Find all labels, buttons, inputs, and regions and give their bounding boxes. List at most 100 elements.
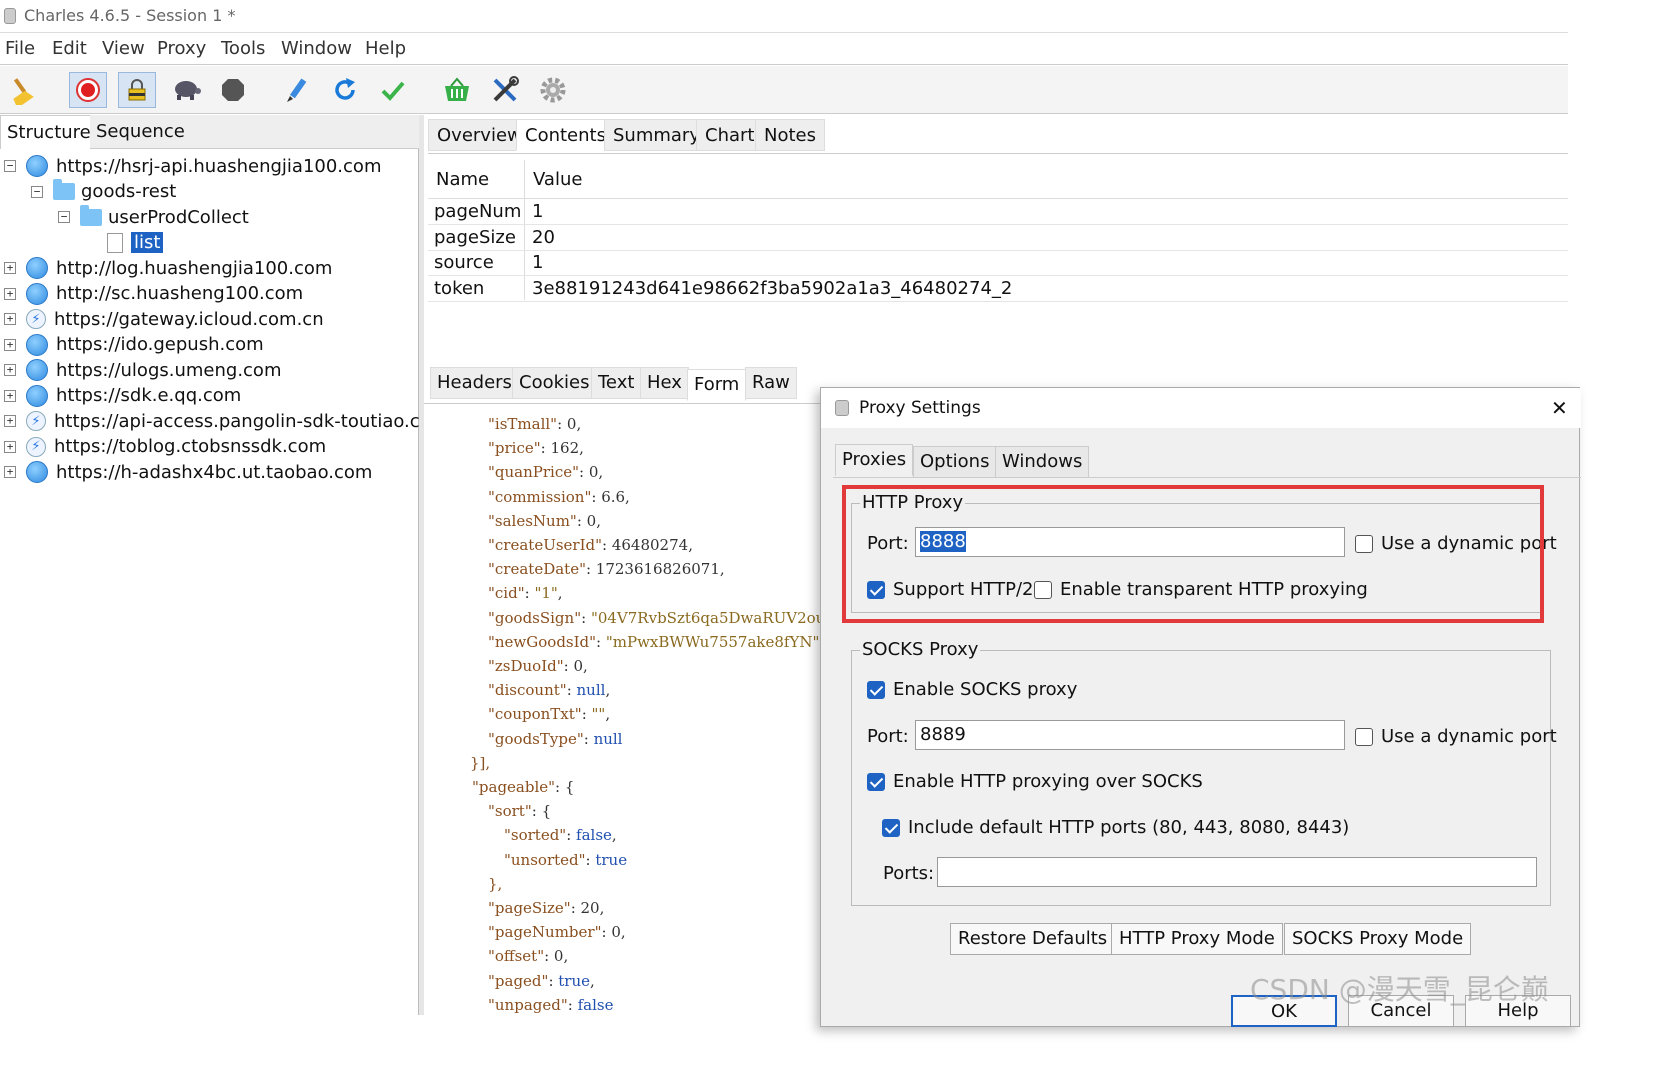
tree-expander-icon[interactable]: + bbox=[4, 313, 16, 325]
tab-structure[interactable]: Structure bbox=[0, 115, 98, 149]
menu-tools[interactable]: Tools bbox=[221, 38, 265, 59]
socks-port-field[interactable]: 8889 bbox=[915, 720, 1345, 750]
split-pane-divider[interactable] bbox=[419, 115, 424, 1015]
tab-raw[interactable]: Raw bbox=[745, 367, 797, 399]
pen-compose-icon[interactable] bbox=[278, 72, 316, 108]
tree-item[interactable]: https://ulogs.umeng.com bbox=[26, 358, 281, 382]
tree-expander-icon[interactable]: − bbox=[4, 160, 16, 172]
socks-dynamic-port-checkbox[interactable]: Use a dynamic port bbox=[1355, 726, 1557, 747]
http-over-socks-box bbox=[867, 772, 885, 791]
tab-cookies[interactable]: Cookies bbox=[512, 367, 597, 399]
tab-contents[interactable]: Contents bbox=[516, 119, 615, 151]
json-token: : bbox=[601, 923, 612, 942]
tree-item[interactable]: ⚡ https://toblog.ctobsnssdk.com bbox=[26, 435, 326, 459]
tree-item[interactable]: https://hsrj-api.huashengjia100.com bbox=[26, 154, 381, 178]
json-token: "sorted" bbox=[504, 826, 567, 845]
close-icon[interactable]: ✕ bbox=[1551, 396, 1568, 420]
tab-summary[interactable]: Summary bbox=[604, 119, 709, 151]
tree-item[interactable]: https://sdk.e.qq.com bbox=[26, 384, 241, 408]
menu-window[interactable]: Window bbox=[281, 38, 352, 59]
tree-item[interactable]: https://h-adashx4bc.ut.taobao.com bbox=[26, 460, 372, 484]
json-token: : bbox=[524, 584, 535, 603]
json-token: 0 bbox=[586, 511, 597, 530]
json-token: : bbox=[548, 971, 559, 990]
json-line: "pageable": { bbox=[472, 778, 574, 796]
tree-item-label: userProdCollect bbox=[108, 206, 249, 228]
record-icon[interactable] bbox=[69, 72, 107, 108]
tree-expander-icon[interactable]: + bbox=[4, 389, 16, 402]
socks-dynamic-port-box bbox=[1355, 727, 1373, 746]
turtle-throttle-icon[interactable] bbox=[167, 72, 205, 108]
table-row[interactable]: token 3e88191243d641e98662f3ba5902a1a3_46… bbox=[428, 276, 1568, 302]
tree-item[interactable]: ⚡ https://api-access.pangolin-sdk-toutiao… bbox=[26, 409, 448, 433]
tree-expander-icon[interactable]: + bbox=[4, 287, 16, 300]
tree-expander-icon[interactable]: − bbox=[58, 211, 70, 223]
tree-expander-icon[interactable]: + bbox=[4, 338, 16, 351]
tab-options[interactable]: Options bbox=[913, 446, 997, 478]
tree-item-label: https://ulogs.umeng.com bbox=[56, 359, 282, 381]
broom-icon[interactable] bbox=[4, 72, 42, 108]
table-row[interactable]: pageNum 1 bbox=[428, 199, 1568, 225]
json-token: , bbox=[611, 826, 617, 845]
tree-item[interactable]: http://log.huashengjia100.com bbox=[26, 256, 332, 280]
checkmark-icon[interactable] bbox=[374, 72, 412, 108]
tree-expander-icon[interactable]: − bbox=[31, 185, 43, 198]
tree-expander-icon[interactable]: + bbox=[4, 466, 16, 478]
toolbar bbox=[0, 66, 1568, 114]
tab-chart[interactable]: Chart bbox=[696, 119, 764, 151]
json-token: : bbox=[570, 899, 581, 917]
tree-item[interactable]: goods-rest bbox=[53, 179, 176, 204]
table-row[interactable]: source 1 bbox=[428, 250, 1568, 276]
http-over-socks-checkbox[interactable]: Enable HTTP proxying over SOCKS bbox=[867, 771, 1203, 792]
tab-proxies[interactable]: Proxies bbox=[835, 444, 914, 476]
include-default-ports-checkbox[interactable]: Include default HTTP ports (80, 443, 808… bbox=[882, 817, 1349, 838]
tab-notes[interactable]: Notes bbox=[755, 119, 825, 151]
tree-item[interactable]: https://ido.gepush.com bbox=[26, 333, 264, 357]
folder-icon bbox=[80, 204, 102, 226]
tab-form[interactable]: Form bbox=[687, 369, 747, 401]
tree-item[interactable]: list bbox=[107, 231, 164, 255]
tree-expander-icon[interactable]: + bbox=[4, 415, 16, 427]
tree-item[interactable]: userProdCollect bbox=[80, 204, 249, 229]
menu-view[interactable]: View bbox=[102, 38, 145, 59]
ssl-lock-icon[interactable] bbox=[118, 72, 156, 108]
json-token: : bbox=[585, 560, 596, 579]
tab-windows[interactable]: Windows bbox=[995, 446, 1090, 478]
json-token: { bbox=[564, 778, 575, 796]
json-token: , bbox=[598, 463, 604, 482]
json-token: : bbox=[563, 657, 574, 675]
tree-item-label: https://h-adashx4bc.ut.taobao.com bbox=[56, 461, 373, 483]
http-proxy-mode-button[interactable]: HTTP Proxy Mode bbox=[1111, 923, 1283, 955]
json-token: "pageSize" bbox=[488, 899, 571, 917]
tools-icon[interactable] bbox=[486, 72, 524, 108]
tab-sequence[interactable]: Sequence bbox=[90, 115, 419, 149]
menu-edit[interactable]: Edit bbox=[52, 38, 87, 59]
refresh-icon[interactable] bbox=[326, 72, 364, 108]
json-token: "pageable" bbox=[472, 778, 556, 796]
menu-file[interactable]: File bbox=[5, 38, 35, 59]
menu-help[interactable]: Help bbox=[365, 38, 406, 59]
tab-text[interactable]: Text bbox=[591, 367, 642, 399]
restore-defaults-button[interactable]: Restore Defaults bbox=[950, 923, 1116, 955]
enable-socks-checkbox[interactable]: Enable SOCKS proxy bbox=[867, 679, 1077, 700]
settings-gear-icon[interactable] bbox=[534, 72, 572, 108]
stop-breakpoint-icon[interactable] bbox=[214, 72, 252, 108]
tree-item[interactable]: http://sc.huasheng100.com bbox=[26, 282, 303, 306]
tree-item[interactable]: ⚡ https://gateway.icloud.com.cn bbox=[26, 307, 324, 331]
ports-field[interactable] bbox=[937, 857, 1537, 887]
tree-expander-icon[interactable]: + bbox=[4, 440, 16, 453]
json-token: , bbox=[596, 511, 601, 530]
json-token: "04V7RvbSzt6qa5DwaRUV2ou4U bbox=[590, 608, 823, 627]
json-line: }], bbox=[470, 754, 490, 772]
basket-icon[interactable] bbox=[438, 72, 476, 108]
json-token: "offset" bbox=[488, 947, 545, 966]
json-line: "createDate": 1723616826071, bbox=[488, 560, 725, 578]
menu-proxy[interactable]: Proxy bbox=[157, 38, 206, 59]
tree-expander-icon[interactable]: + bbox=[4, 262, 16, 274]
socks-proxy-mode-button[interactable]: SOCKS Proxy Mode bbox=[1284, 923, 1472, 955]
tab-headers[interactable]: Headers bbox=[430, 367, 519, 399]
tab-hex[interactable]: Hex bbox=[640, 367, 689, 399]
include-default-ports-label: Include default HTTP ports (80, 443, 808… bbox=[908, 817, 1350, 838]
table-row[interactable]: pageSize 20 bbox=[428, 225, 1568, 251]
tree-expander-icon[interactable]: + bbox=[4, 364, 16, 376]
